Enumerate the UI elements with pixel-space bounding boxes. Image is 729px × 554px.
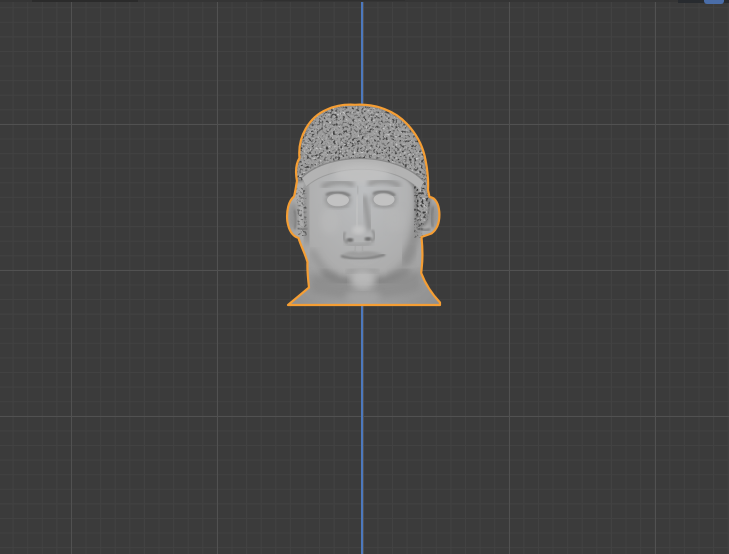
top-right-widget-fragment[interactable]: [704, 0, 724, 4]
top-edge-ui-remnant-mid: [263, 0, 405, 1]
top-edge-ui-remnant-left: [32, 0, 138, 2]
head-model[interactable]: [281, 98, 449, 310]
app-window: [0, 0, 729, 554]
chin: [350, 271, 376, 289]
philtrum: [354, 244, 357, 252]
